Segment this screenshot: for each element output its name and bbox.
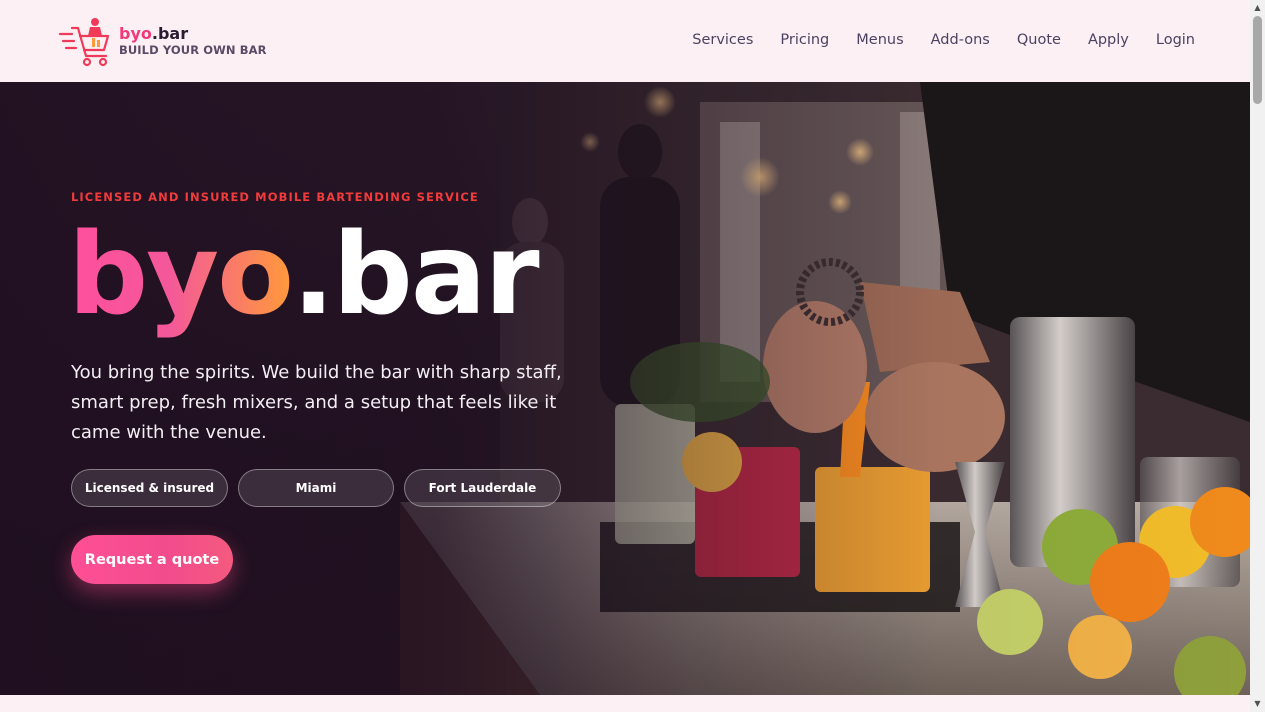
brand-tagline: BUILD YOUR OWN BAR: [119, 43, 267, 57]
scroll-thumb[interactable]: [1253, 16, 1262, 104]
hero-title-part2: .bar: [292, 210, 540, 340]
scroll-down-arrow-icon[interactable]: ▼: [1250, 698, 1265, 710]
nav-item-services[interactable]: Services: [692, 30, 753, 50]
hero-chips: Licensed & insured Miami Fort Lauderdale: [71, 469, 561, 507]
hero-lead: You bring the spirits. We build the bar …: [71, 362, 562, 443]
hero-title: byo.bar: [68, 210, 540, 340]
brand-name: byo.bar: [119, 25, 267, 43]
page: byo.bar BUILD YOUR OWN BAR Services Pric…: [0, 0, 1265, 712]
next-section-edge: [0, 695, 1250, 712]
nav-item-add-ons[interactable]: Add-ons: [931, 30, 990, 50]
nav-item-quote[interactable]: Quote: [1017, 30, 1061, 50]
nav-item-pricing[interactable]: Pricing: [780, 30, 829, 50]
chip-fort-lauderdale: Fort Lauderdale: [404, 469, 561, 507]
chip-miami: Miami: [238, 469, 394, 507]
chip-licensed: Licensed & insured: [71, 469, 228, 507]
hero-title-part1: byo: [68, 210, 294, 340]
nav-item-apply[interactable]: Apply: [1088, 30, 1129, 50]
brand-text: byo.bar BUILD YOUR OWN BAR: [119, 25, 267, 58]
request-quote-button[interactable]: Request a quote: [71, 535, 233, 584]
nav-item-login[interactable]: Login: [1156, 30, 1195, 50]
brand-name-part1: byo: [119, 24, 152, 43]
page-scrollbar[interactable]: ▲ ▼: [1250, 0, 1265, 712]
main-nav: Services Pricing Menus Add-ons Quote App…: [665, 30, 1195, 50]
nav-item-menus[interactable]: Menus: [856, 30, 903, 50]
brand-name-part2: .bar: [151, 24, 189, 43]
site-header: byo.bar BUILD YOUR OWN BAR Services Pric…: [0, 0, 1250, 82]
brand-logo-link[interactable]: byo.bar BUILD YOUR OWN BAR: [56, 14, 267, 68]
hero-section: LICENSED AND INSURED MOBILE BARTENDING S…: [0, 82, 1250, 695]
scroll-up-arrow-icon[interactable]: ▲: [1250, 2, 1265, 14]
hero-eyebrow: LICENSED AND INSURED MOBILE BARTENDING S…: [71, 190, 479, 204]
bartender-cart-icon: [58, 18, 110, 67]
